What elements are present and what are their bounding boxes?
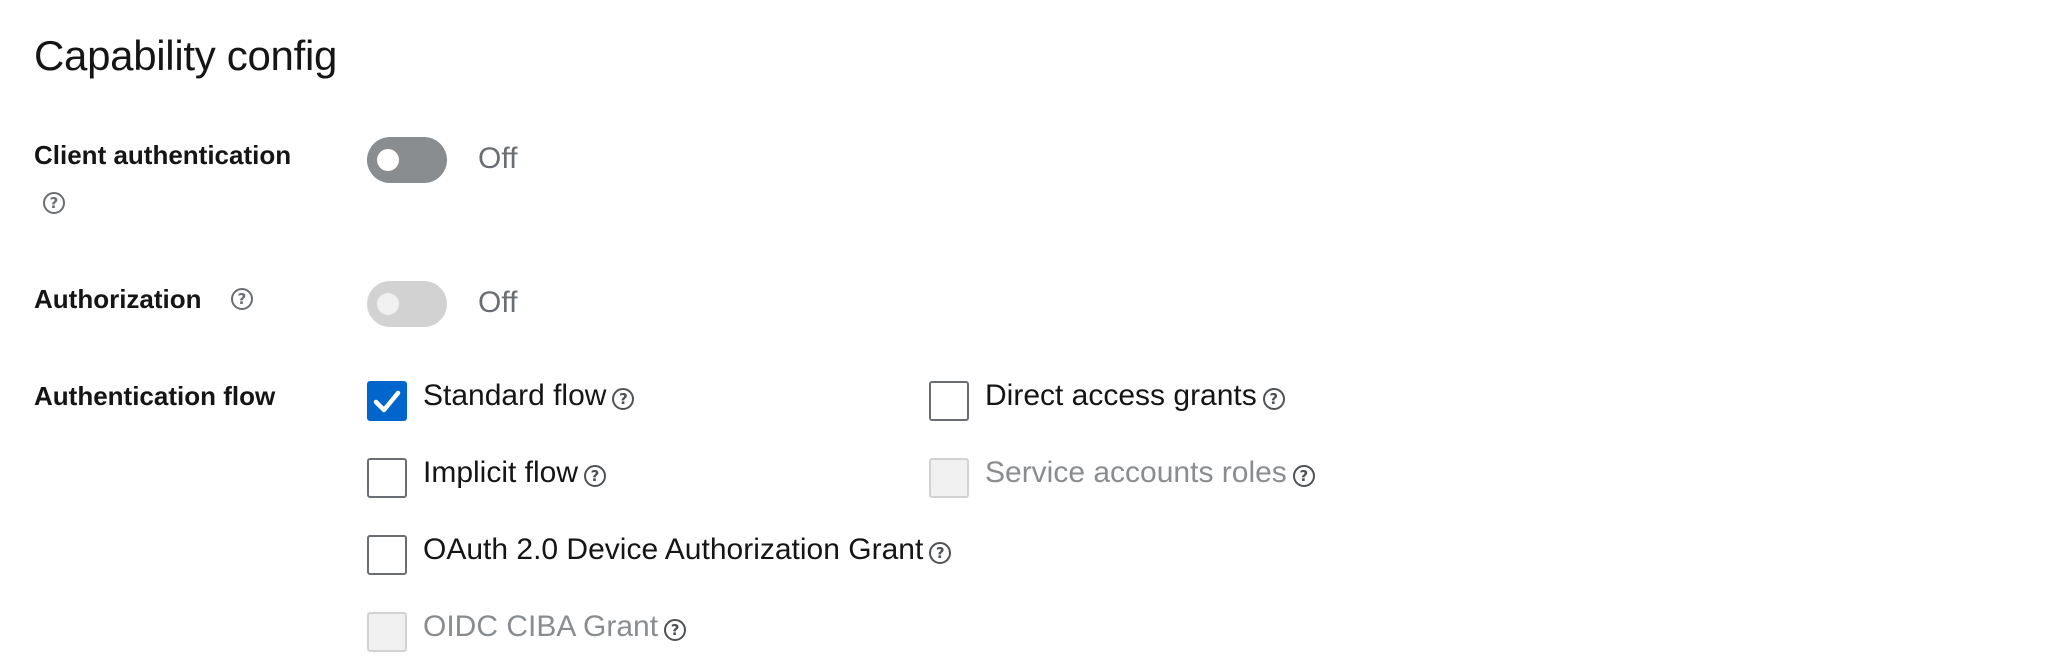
service-accounts-roles-help-icon[interactable]: ? (1292, 465, 1315, 487)
oauth-device-authorization-grant-label: OAuth 2.0 Device Authorization Grant (423, 533, 924, 566)
standard-flow-help-icon[interactable]: ? (612, 388, 635, 410)
oidc-ciba-grant-label: OIDC CIBA Grant (423, 610, 659, 643)
switch-knob (377, 149, 399, 171)
authorization-switch[interactable] (367, 281, 447, 327)
authorization-state: Off (478, 286, 518, 319)
direct-access-grants-option[interactable]: Direct access grants ? (985, 374, 1285, 418)
client-authentication-label: Client authentication (34, 140, 292, 170)
section-title: Capability config (34, 32, 338, 79)
authentication-flow-label: Authentication flow (34, 381, 276, 411)
oauth-device-authorization-grant-help-icon[interactable]: ? (929, 542, 952, 564)
implicit-flow-checkbox[interactable] (367, 458, 407, 498)
standard-flow-label: Standard flow (423, 379, 607, 412)
oauth-device-authorization-grant-option[interactable]: OAuth 2.0 Device Authorization Grant ? (423, 528, 952, 572)
direct-access-grants-checkbox[interactable] (929, 381, 969, 421)
standard-flow-option[interactable]: Standard flow ? (423, 374, 635, 418)
oidc-ciba-grant-option[interactable]: OIDC CIBA Grant ? (423, 605, 687, 649)
implicit-flow-help-icon[interactable]: ? (584, 465, 607, 487)
switch-knob (377, 293, 399, 315)
service-accounts-roles-option[interactable]: Service accounts roles ? (985, 451, 1315, 495)
authorization-label: Authorization (34, 284, 202, 314)
standard-flow-checkbox[interactable] (367, 381, 407, 421)
authorization-help-icon[interactable]: ? (231, 288, 253, 310)
oauth-device-authorization-grant-checkbox[interactable] (367, 535, 407, 575)
service-accounts-roles-checkbox[interactable] (929, 458, 969, 498)
implicit-flow-label: Implicit flow (423, 456, 579, 489)
client-authentication-help-icon[interactable]: ? (43, 192, 65, 214)
client-authentication-switch[interactable] (367, 137, 447, 183)
service-accounts-roles-label: Service accounts roles (985, 456, 1287, 489)
checkmark-icon (373, 390, 401, 413)
direct-access-grants-help-icon[interactable]: ? (1262, 388, 1285, 410)
implicit-flow-option[interactable]: Implicit flow ? (423, 451, 607, 495)
client-authentication-state: Off (478, 142, 518, 175)
oidc-ciba-grant-checkbox[interactable] (367, 612, 407, 652)
oidc-ciba-grant-help-icon[interactable]: ? (664, 619, 687, 641)
direct-access-grants-label: Direct access grants (985, 379, 1257, 412)
